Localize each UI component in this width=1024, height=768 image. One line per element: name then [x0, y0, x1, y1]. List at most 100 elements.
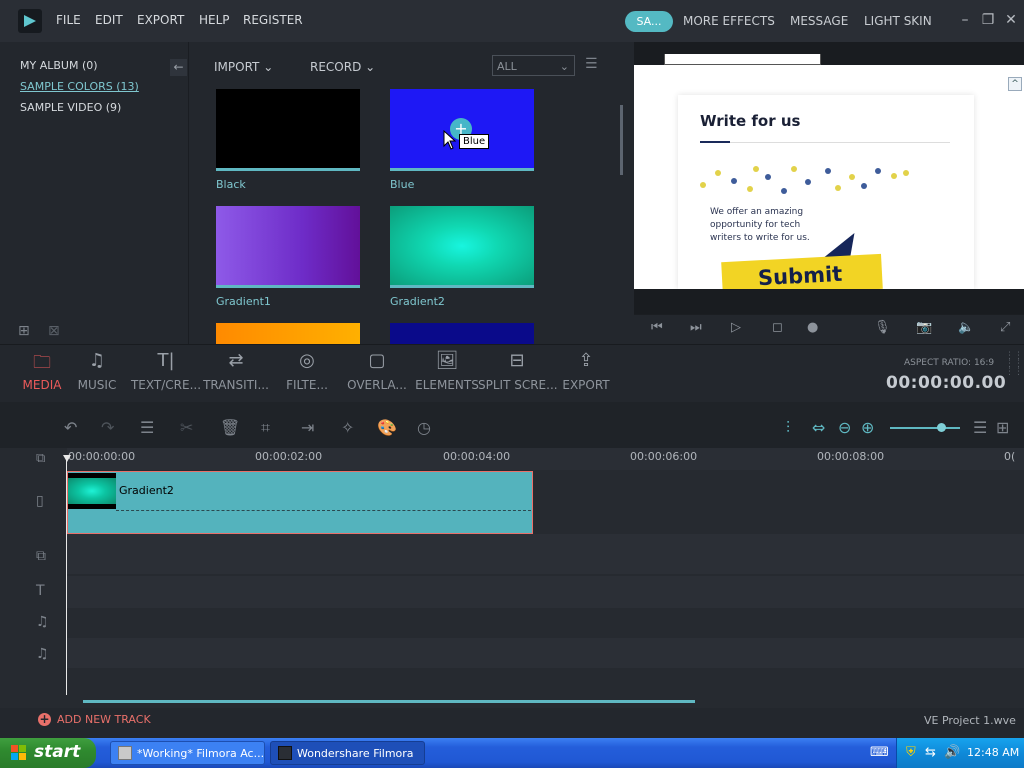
preview-viewer: Write for us We offer an amazing opportu… — [634, 65, 1024, 289]
message-link[interactable]: MESSAGE — [790, 14, 848, 28]
tab-elements[interactable]: 🖼 ELEMENTS — [408, 350, 486, 392]
minimize-icon[interactable]: – — [957, 12, 973, 28]
timeline-scrollbar[interactable] — [83, 700, 695, 703]
playhead[interactable] — [66, 455, 67, 695]
cut-icon[interactable]: ✂ — [180, 418, 193, 437]
filter-select[interactable]: ALL ⌄ — [492, 55, 575, 76]
tab-transiti[interactable]: ⇄ TRANSITI... — [197, 350, 275, 392]
power-tool-icon[interactable]: ✧ — [341, 418, 354, 437]
more-effects-link[interactable]: MORE EFFECTS — [683, 14, 775, 28]
thumbnail-underline — [390, 168, 534, 171]
export-icon: ⇪ — [578, 350, 594, 371]
library-item-my-album[interactable]: MY ALBUM (0) — [20, 59, 98, 72]
record-dot-icon[interactable]: ● — [807, 320, 818, 335]
fullscreen-icon[interactable]: ⤢ — [1000, 320, 1010, 335]
preview-address-bar — [664, 54, 821, 65]
track-lane — [67, 638, 1024, 668]
track-lane — [67, 576, 1024, 608]
undo-icon[interactable]: ↶ — [64, 418, 77, 437]
remove-folder-icon[interactable]: ⊠ — [48, 323, 60, 339]
close-icon[interactable]: ✕ — [1003, 12, 1019, 28]
tab-label: ELEMENTS — [415, 378, 479, 392]
redo-icon[interactable]: ↷ — [101, 418, 114, 437]
fit-timeline-icon[interactable]: ⇔ — [812, 418, 825, 437]
library-item-sample-colors[interactable]: SAMPLE COLORS (13) — [20, 80, 139, 93]
tab-export[interactable]: ⇪ EXPORT — [547, 350, 625, 392]
step-forward-icon[interactable]: ⏭ — [690, 320, 702, 335]
project-name: VE Project 1.wve — [924, 714, 1016, 727]
maximize-icon[interactable]: ❐ — [980, 12, 996, 28]
tab-text-cre[interactable]: T| TEXT/CRE... — [127, 350, 205, 392]
microphone-icon[interactable]: 🎙 — [874, 320, 891, 335]
zoom-in-icon[interactable]: ⊕ — [861, 418, 874, 437]
timeline-clip[interactable] — [67, 471, 533, 534]
network-icon[interactable]: ⇆ — [925, 745, 936, 760]
thumbnail-orange[interactable] — [216, 323, 360, 344]
taskbar-button-wondershare-filmora[interactable]: Wondershare Filmora — [270, 741, 425, 765]
grid-layout-icon[interactable]: ⊞ — [996, 418, 1009, 437]
thumbnail-gradient2[interactable] — [390, 206, 534, 286]
zoom-out-icon[interactable]: ⊖ — [838, 418, 851, 437]
zoom-to-fit-icon[interactable]: ⇥ — [301, 418, 314, 437]
transition-icon: ⇄ — [228, 350, 244, 371]
preview-header — [634, 42, 1024, 65]
ruler-tick-label: 00:00:08:00 — [817, 450, 885, 463]
thumbnail-black[interactable] — [216, 89, 360, 169]
add-folder-icon[interactable]: ⊞ — [18, 323, 30, 339]
library-item-sample-video[interactable]: SAMPLE VIDEO (9) — [20, 101, 121, 114]
keyboard-icon[interactable]: ⌨ — [870, 745, 889, 760]
music-icon: ♫ — [88, 350, 106, 371]
drag-handle-icon[interactable]: ⋮⋮ ⋮⋮ ⋮⋮ — [1005, 352, 1023, 377]
audio-mixer-icon[interactable]: ⫶ — [786, 418, 790, 438]
delete-icon[interactable]: 🗑 — [220, 418, 240, 437]
taskbar-button-filmora-account[interactable]: *Working* Filmora Ac... — [110, 741, 265, 765]
filter-icon: ◎ — [299, 350, 315, 371]
speed-clock-icon[interactable]: ◷ — [417, 418, 431, 437]
play-icon[interactable]: ▷ — [731, 320, 741, 335]
stop-icon[interactable]: ◻ — [772, 320, 783, 335]
menu-help[interactable]: HELP — [199, 13, 230, 27]
thumbnail-label: Gradient1 — [216, 295, 271, 308]
thumbnail-navy[interactable] — [390, 323, 534, 344]
mouse-cursor-icon — [443, 129, 457, 154]
zoom-slider[interactable] — [890, 427, 960, 429]
menu-file[interactable]: FILE — [56, 13, 81, 27]
clip-audio-line — [116, 510, 531, 511]
filmora-logo-icon — [18, 9, 42, 33]
speaker-icon[interactable]: 🔊 — [944, 745, 960, 760]
split-screen-icon: ⊟ — [509, 350, 525, 371]
media-scrollbar[interactable] — [620, 105, 623, 175]
tab-split-scre[interactable]: ⊟ SPLIT SCRE... — [478, 350, 558, 392]
thumbnail-gradient1[interactable] — [216, 206, 360, 286]
list-layout-icon[interactable]: ☰ — [973, 418, 987, 437]
clip-thumbnail — [68, 473, 116, 509]
snapshot-icon[interactable]: 📷 — [916, 320, 932, 335]
menu-edit[interactable]: EDIT — [95, 13, 123, 27]
color-palette-icon[interactable]: 🎨 — [377, 418, 397, 437]
windows-logo-icon — [11, 745, 27, 761]
thumbnail-label: Gradient2 — [390, 295, 445, 308]
import-dropdown[interactable]: IMPORT ⌄ — [214, 60, 273, 74]
skip-back-icon[interactable]: ⏮ — [651, 320, 663, 335]
menu-export[interactable]: EXPORT — [137, 13, 184, 27]
settings-sliders-icon[interactable]: ☰ — [140, 418, 154, 437]
playhead-marker-icon[interactable] — [63, 455, 71, 462]
record-dropdown[interactable]: RECORD ⌄ — [310, 60, 375, 74]
start-button[interactable]: start — [0, 738, 96, 768]
list-view-icon[interactable]: ☰ — [585, 56, 598, 72]
snap-icon[interactable]: ⧉ — [36, 451, 45, 466]
security-shield-icon[interactable]: ⛨ — [906, 745, 916, 760]
add-track-icon: + — [38, 712, 51, 726]
light-skin-link[interactable]: LIGHT SKIN — [864, 14, 932, 28]
save-button[interactable]: SA... — [625, 11, 673, 32]
crop-icon[interactable]: ⌗ — [261, 418, 270, 438]
volume-icon[interactable]: 🔈 — [958, 320, 974, 335]
tab-music[interactable]: ♫ MUSIC — [58, 350, 136, 392]
tab-filte[interactable]: ◎ FILTE... — [268, 350, 346, 392]
start-label: start — [34, 742, 81, 762]
add-track-button[interactable]: + ADD NEW TRACK — [38, 713, 151, 726]
collapse-sidebar-button[interactable]: ← — [170, 59, 187, 76]
zoom-slider-handle[interactable] — [937, 423, 946, 432]
tab-overla[interactable]: ▢ OVERLA... — [338, 350, 416, 392]
menu-register[interactable]: REGISTER — [243, 13, 303, 27]
